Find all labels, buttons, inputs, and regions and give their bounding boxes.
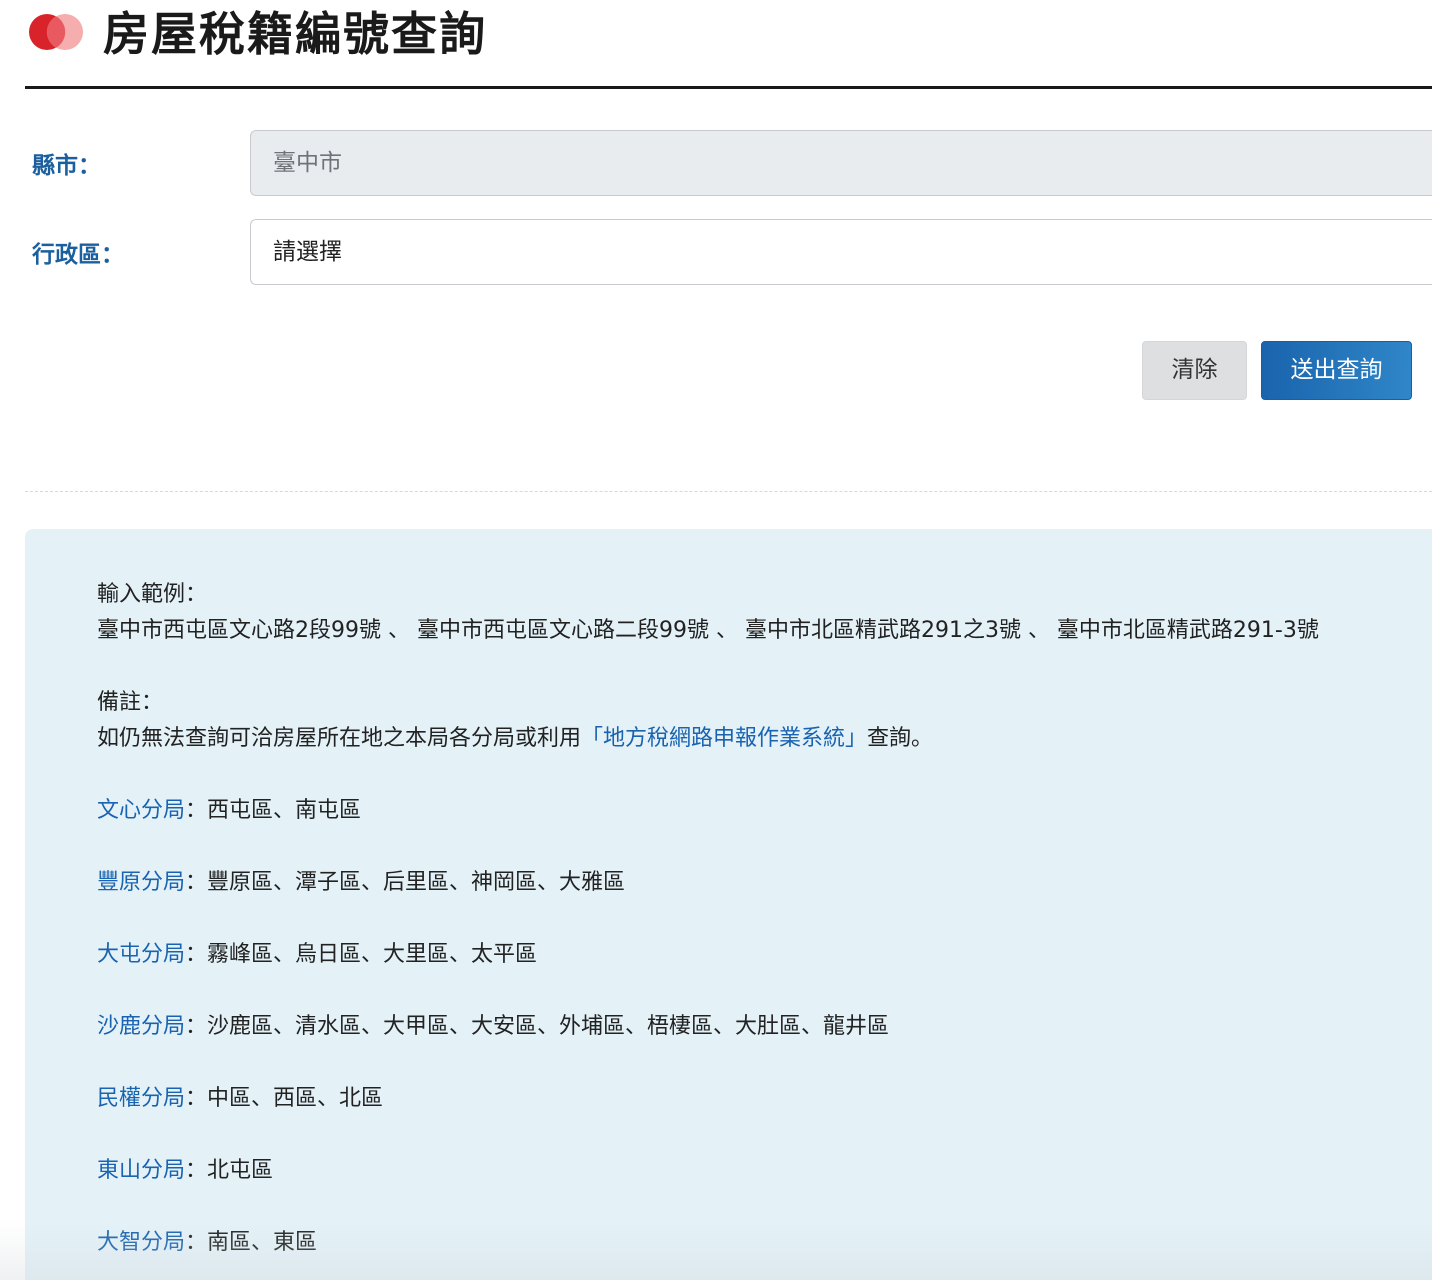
county-field: 臺中市 (250, 130, 1432, 196)
branch-name: 豐原分局 (97, 870, 186, 895)
branch-name: 大屯分局 (97, 942, 186, 967)
note-text: 如仍無法查詢可洽房屋所在地之本局各分局或利用「地方稅網路申報作業系統」查詢。 (97, 724, 933, 754)
branch-name: 文心分局 (97, 798, 186, 823)
branch-districts: ：沙鹿區、清水區、大甲區、大安區、外埔區、梧棲區、大肚區、龍井區 (185, 1014, 890, 1039)
page-header: 房屋稅籍編號查詢 (25, 0, 1432, 89)
branch-districts: ：霧峰區、烏日區、大里區、太平區 (185, 942, 538, 967)
info-panel: 輸入範例： 臺中市西屯區文心路2段99號 、 臺中市西屯區文心路二段99號 、 … (25, 529, 1432, 1280)
page: 房屋稅籍編號查詢 縣市： 臺中市 行政區： 請選擇 清除 送出查詢 輸入範例： … (0, 0, 1432, 1280)
branch-name: 東山分局 (97, 1158, 186, 1183)
county-label: 縣市： (32, 153, 101, 179)
example-heading: 輸入範例： (97, 582, 208, 607)
tax-system-link[interactable]: 「地方稅網路申報作業系統」 (581, 726, 867, 751)
branch-item: 大智分局：南區、東區 (97, 1228, 317, 1258)
branch-name: 民權分局 (97, 1086, 186, 1111)
branch-item: 豐原分局：豐原區、潭子區、后里區、神岡區、大雅區 (97, 868, 625, 898)
branch-name: 大智分局 (97, 1230, 186, 1255)
note-prefix: 如仍無法查詢可洽房屋所在地之本局各分局或利用 (97, 726, 582, 751)
branch-item: 文心分局：西屯區、南屯區 (97, 796, 361, 826)
note-heading: 備註： (97, 690, 164, 715)
example-text: 臺中市西屯區文心路2段99號 、 臺中市西屯區文心路二段99號 、 臺中市北區精… (97, 618, 1319, 643)
branch-name: 沙鹿分局 (97, 1014, 186, 1039)
branch-item: 大屯分局：霧峰區、烏日區、大里區、太平區 (97, 940, 537, 970)
branch-districts: ：豐原區、潭子區、后里區、神岡區、大雅區 (185, 870, 626, 895)
branch-item: 民權分局：中區、西區、北區 (97, 1084, 383, 1114)
page-title: 房屋稅籍編號查詢 (103, 7, 487, 61)
district-row: 行政區： 請選擇 (25, 219, 1432, 287)
district-select[interactable]: 請選擇 (250, 219, 1432, 285)
district-label: 行政區： (32, 242, 124, 268)
divider (25, 491, 1432, 492)
branch-districts: ：中區、西區、北區 (185, 1086, 384, 1111)
branch-item: 東山分局：北屯區 (97, 1156, 273, 1186)
logo-icon (29, 14, 83, 50)
note-suffix: 查詢。 (867, 726, 934, 751)
county-row: 縣市： 臺中市 (25, 130, 1432, 198)
branch-item: 沙鹿分局：沙鹿區、清水區、大甲區、大安區、外埔區、梧棲區、大肚區、龍井區 (97, 1012, 889, 1042)
branch-districts: ：西屯區、南屯區 (185, 798, 362, 823)
submit-button[interactable]: 送出查詢 (1261, 341, 1412, 400)
branch-districts: ：南區、東區 (185, 1230, 318, 1255)
branch-districts: ：北屯區 (185, 1158, 274, 1183)
clear-button[interactable]: 清除 (1142, 341, 1247, 400)
